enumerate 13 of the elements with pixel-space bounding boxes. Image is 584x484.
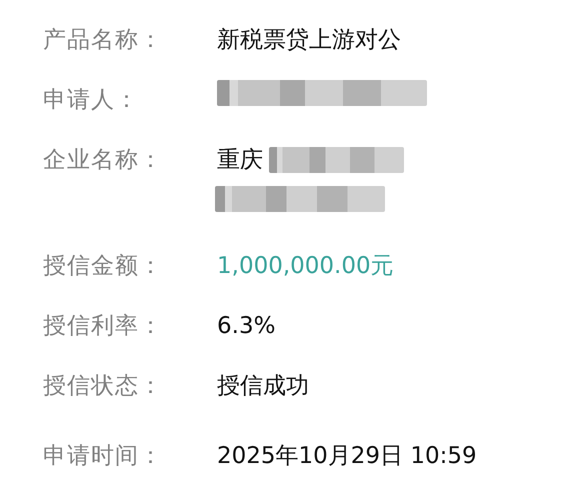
field-label: 申请人： [43,86,140,115]
field-label: 授信金额： [43,252,164,281]
field-value: 2025年10月29日 10:59 [217,442,477,471]
field-label: 申请时间： [43,442,164,471]
field-value: 重庆 [217,146,263,175]
field-label: 授信状态： [43,372,164,401]
field-value: 1,000,000.00元 [217,252,394,281]
field-label: 授信利率： [43,312,164,341]
field-label: 企业名称： [43,146,164,175]
field-value: 新税票贷上游对公 [217,26,401,55]
field-value: 6.3% [217,312,276,341]
field-label: 产品名称： [43,26,164,55]
field-value: 授信成功 [217,372,309,401]
